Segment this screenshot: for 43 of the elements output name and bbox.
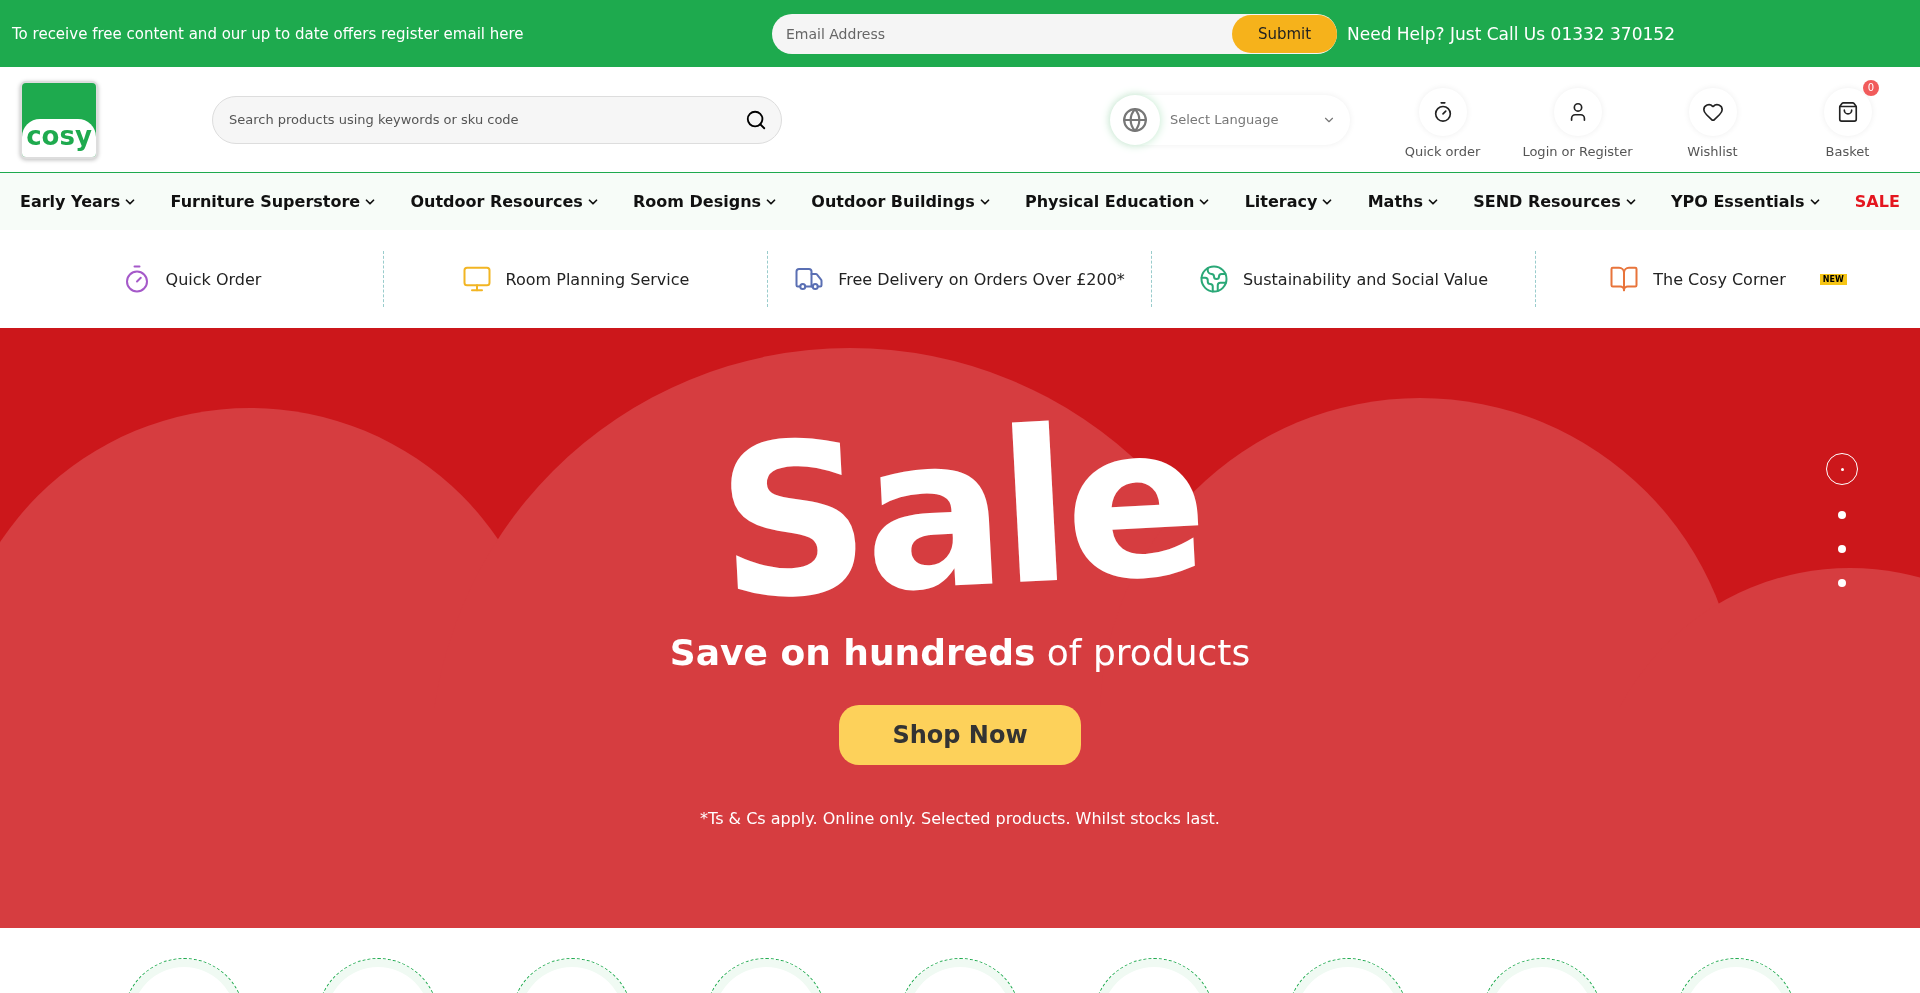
promo-message: To receive free content and our up to date offers register email here	[12, 24, 525, 43]
slide-dot[interactable]	[1838, 511, 1846, 519]
feature-link[interactable]: Room Planning Service	[505, 269, 690, 289]
nav-link[interactable]: Outdoor Resources	[410, 192, 600, 211]
book-icon	[1609, 264, 1640, 294]
language-select[interactable]: Select Language	[1110, 94, 1350, 145]
new-badge: NEW	[1819, 273, 1847, 285]
nav-link[interactable]: Literacy	[1244, 192, 1335, 211]
search-bar[interactable]: Search products using keywords or sku code	[212, 95, 782, 144]
feature-link[interactable]: The Cosy Corner	[1653, 269, 1786, 289]
nav-link[interactable]: SEND Resources	[1473, 192, 1638, 211]
heart-icon	[1701, 101, 1724, 123]
nav-link[interactable]: Maths	[1367, 192, 1440, 211]
feature-link[interactable]: Sustainability and Social Value	[1242, 269, 1489, 289]
bag-icon	[1836, 101, 1859, 123]
nav-link[interactable]: Furniture Superstore	[170, 192, 378, 211]
monitor-icon	[461, 264, 492, 294]
search-field[interactable]: Search products using keywords or sku code	[227, 111, 745, 128]
search-icon[interactable]	[745, 108, 767, 131]
header-action-link[interactable]: Login or Register	[1510, 80, 1645, 159]
header-action-link[interactable]: Basket 0	[1780, 80, 1915, 159]
shop-now-button[interactable]: Shop Now	[839, 705, 1081, 765]
nav-link[interactable]: YPO Essentials	[1670, 192, 1822, 211]
header-action-link[interactable]: Quick order	[1375, 80, 1510, 159]
email-field[interactable]: Email Address	[772, 25, 1232, 42]
terms-note: *Ts & Cs apply. Online only. Selected products. Whilst stocks last.	[700, 809, 1220, 828]
help-text: Need Help? Just Call Us 01332 370152	[1347, 23, 1675, 44]
header-action-link[interactable]: Wishlist	[1645, 80, 1780, 159]
email-form[interactable]: Email Address Submit	[772, 13, 1337, 54]
feature-link[interactable]: Quick Order	[165, 269, 262, 289]
nav-link[interactable]: Room Designs	[633, 192, 779, 211]
slide-dot[interactable]	[1838, 545, 1846, 553]
count-badge: 0	[1863, 80, 1879, 96]
globe-icon	[1198, 264, 1229, 294]
nav-link[interactable]: SALE	[1854, 192, 1900, 211]
submit-button[interactable]: Submit	[1232, 14, 1337, 53]
nav-link[interactable]: Physical Education	[1024, 192, 1212, 211]
sale-subtitle: Save on hundreds of products	[669, 632, 1251, 673]
globe-icon	[1122, 106, 1148, 133]
nav-link[interactable]: Outdoor Buildings	[811, 192, 992, 211]
slide-dot[interactable]	[1838, 579, 1846, 587]
feature-link[interactable]: Free Delivery on Orders Over £200*	[838, 269, 1125, 289]
nav-link[interactable]: Early Years	[20, 192, 138, 211]
